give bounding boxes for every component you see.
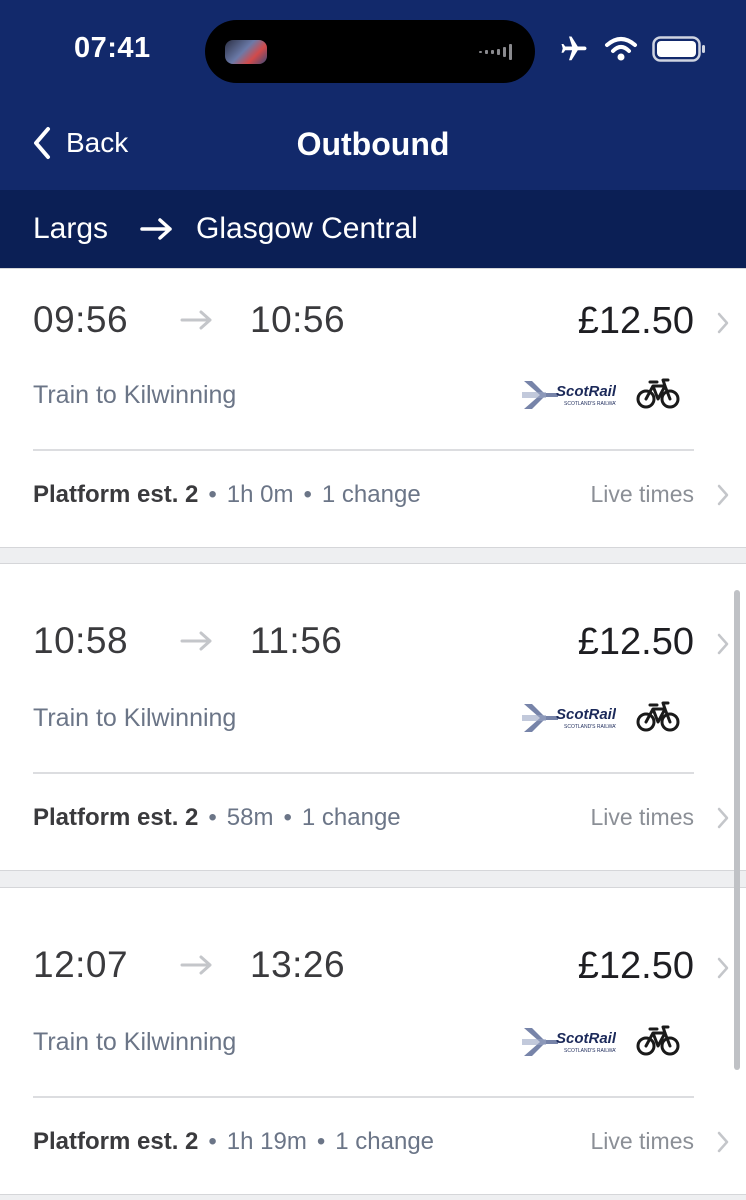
route-bar: Largs Glasgow Central (0, 190, 746, 268)
live-times-link[interactable]: Live times (590, 804, 694, 831)
departure-time: 12:07 (33, 944, 129, 985)
svg-text:ScotRail: ScotRail (556, 706, 616, 723)
arrow-right-icon (180, 631, 212, 651)
chevron-right-icon[interactable] (716, 806, 730, 830)
arrival-time: 10:56 (250, 299, 346, 340)
change-count: 1 change (335, 1128, 435, 1155)
svg-text:ScotRail: ScotRail (556, 383, 616, 400)
departure-time: 09:56 (33, 299, 129, 340)
wifi-icon (605, 37, 637, 61)
fare-price: £12.50 (577, 945, 694, 987)
live-times-link[interactable]: Live times (590, 481, 694, 508)
chevron-right-icon[interactable] (716, 483, 730, 507)
platform-label: Platform est. 2 (33, 1128, 199, 1155)
journey-card[interactable]: 10:58 11:56 £12.50 Train to Kilwinning S… (0, 563, 746, 871)
svg-text:SCOTLAND'S RAILWAY: SCOTLAND'S RAILWAY (564, 724, 616, 730)
svg-text:ScotRail: ScotRail (556, 1030, 616, 1047)
arrow-right-icon (180, 955, 212, 975)
separator-dot: • (208, 481, 217, 508)
journey-meta: Platform est. 2 • 58m • 1 change (33, 804, 401, 832)
arrow-right-icon (180, 310, 212, 330)
train-destination: Train to Kilwinning (33, 704, 237, 732)
route-destination: Glasgow Central (196, 212, 418, 245)
svg-text:SCOTLAND'S RAILWAY: SCOTLAND'S RAILWAY (564, 1048, 616, 1054)
scrollbar[interactable] (734, 590, 740, 1070)
journey-duration: 1h 19m (226, 1128, 307, 1155)
battery-icon (652, 36, 705, 62)
chevron-right-icon[interactable] (716, 311, 730, 335)
fare-price: £12.50 (577, 621, 694, 663)
divider (33, 449, 694, 451)
now-playing-thumbnail[interactable] (225, 40, 267, 64)
bicycle-icon (636, 1025, 680, 1056)
journey-duration: 1h 0m (226, 481, 294, 508)
status-icons (558, 34, 706, 64)
arrival-time: 11:56 (250, 620, 343, 661)
scotrail-logo-icon: ScotRail SCOTLAND'S RAILWAY (522, 381, 616, 409)
platform-label: Platform est. 2 (33, 481, 199, 508)
live-times-link[interactable]: Live times (590, 1128, 694, 1155)
status-time: 07:41 (74, 32, 151, 64)
arrow-right-icon (140, 217, 174, 241)
bicycle-icon (636, 378, 680, 409)
chevron-right-icon[interactable] (716, 956, 730, 980)
fare-price: £12.50 (577, 300, 694, 342)
journey-card[interactable]: 12:07 13:26 £12.50 Train to Kilwinning S… (0, 887, 746, 1195)
journey-duration: 58m (226, 804, 274, 831)
separator-dot: • (303, 481, 312, 508)
chevron-left-icon (34, 127, 50, 159)
route-origin: Largs (33, 212, 109, 245)
dynamic-island[interactable] (205, 20, 535, 83)
audio-wave-icon (479, 44, 512, 60)
back-button[interactable]: Back (32, 126, 128, 160)
scotrail-logo-icon: ScotRail SCOTLAND'S RAILWAY (522, 704, 616, 732)
svg-text:SCOTLAND'S RAILWAY: SCOTLAND'S RAILWAY (564, 401, 616, 407)
departure-time: 10:58 (33, 620, 129, 661)
separator-dot: • (208, 1128, 217, 1155)
arrival-time: 13:26 (250, 944, 346, 985)
chevron-right-icon[interactable] (716, 632, 730, 656)
journey-meta: Platform est. 2 • 1h 0m • 1 change (33, 481, 421, 509)
airplane-icon (561, 36, 587, 61)
chevron-right-icon[interactable] (716, 1130, 730, 1154)
separator-dot: • (283, 804, 292, 831)
divider (33, 772, 694, 774)
train-destination: Train to Kilwinning (33, 381, 237, 409)
journey-card[interactable]: 09:56 10:56 £12.50 Train to Kilwinning S… (0, 268, 746, 548)
change-count: 1 change (321, 481, 421, 508)
scotrail-logo-icon: ScotRail SCOTLAND'S RAILWAY (522, 1028, 616, 1056)
header: 07:41 Back Outbound (0, 0, 746, 190)
bicycle-icon (636, 701, 680, 732)
journey-meta: Platform est. 2 • 1h 19m • 1 change (33, 1128, 434, 1156)
back-label: Back (66, 127, 129, 158)
train-destination: Train to Kilwinning (33, 1028, 237, 1056)
separator-dot: • (316, 1128, 326, 1155)
platform-label: Platform est. 2 (33, 804, 199, 831)
change-count: 1 change (301, 804, 401, 831)
divider (33, 1096, 694, 1098)
separator-dot: • (208, 804, 217, 831)
